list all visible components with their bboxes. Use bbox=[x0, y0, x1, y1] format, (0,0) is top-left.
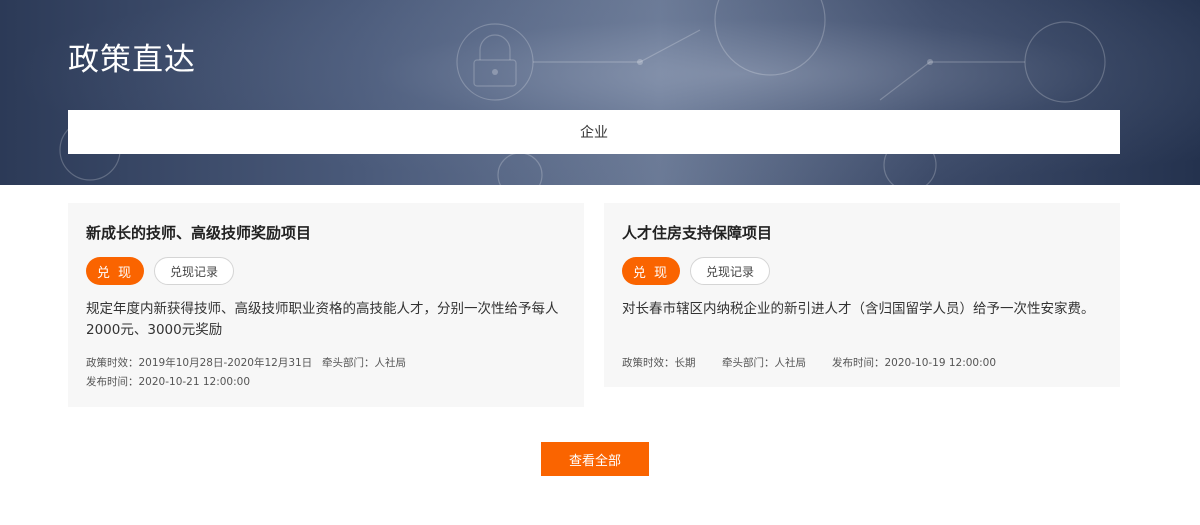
hero-background-graphic bbox=[59, 0, 1106, 185]
view-all-button[interactable]: 查看全部 bbox=[541, 442, 649, 476]
policy-title[interactable]: 人才住房支持保障项目 bbox=[622, 222, 772, 243]
redeem-button[interactable]: 兑 现 bbox=[622, 257, 680, 285]
policy-publish-time: 发布时间：2020-10-19 12:00:00 bbox=[832, 357, 997, 369]
policy-card[interactable]: 新成长的技师、高级技师奖励项目 兑 现 兑现记录 规定年度内新获得技师、高级技师… bbox=[68, 203, 584, 407]
hero-banner: 政策直达 企业 bbox=[0, 0, 1200, 185]
policy-validity: 政策时效：长期 bbox=[622, 357, 696, 369]
policy-publish-time: 发布时间：2020-10-21 12:00:00 bbox=[86, 376, 251, 388]
policy-department: 牵头部门：人社局 bbox=[322, 357, 406, 369]
policy-card[interactable]: 人才住房支持保障项目 兑 现 兑现记录 对长春市辖区内纳税企业的新引进人才（含归… bbox=[604, 203, 1120, 387]
policy-description: 对长春市辖区内纳税企业的新引进人才（含归国留学人员）给予一次性安家费。 bbox=[622, 301, 1095, 317]
category-filter-label: 企业 bbox=[580, 125, 608, 141]
category-filter-企业[interactable]: 企业 bbox=[68, 110, 1120, 154]
redeem-record-button[interactable]: 兑现记录 bbox=[690, 257, 770, 285]
redeem-record-button[interactable]: 兑现记录 bbox=[154, 257, 234, 285]
redeem-button[interactable]: 兑 现 bbox=[86, 257, 144, 285]
policy-validity: 政策时效：2019年10月28日-2020年12月31日 bbox=[86, 357, 313, 369]
policy-department: 牵头部门：人社局 bbox=[722, 357, 806, 369]
policy-title[interactable]: 新成长的技师、高级技师奖励项目 bbox=[86, 222, 311, 243]
policy-description: 规定年度内新获得技师、高级技师职业资格的高技能人才，分别一次性给予每人2000元… bbox=[86, 301, 559, 338]
page-title: 政策直达 bbox=[68, 42, 196, 78]
